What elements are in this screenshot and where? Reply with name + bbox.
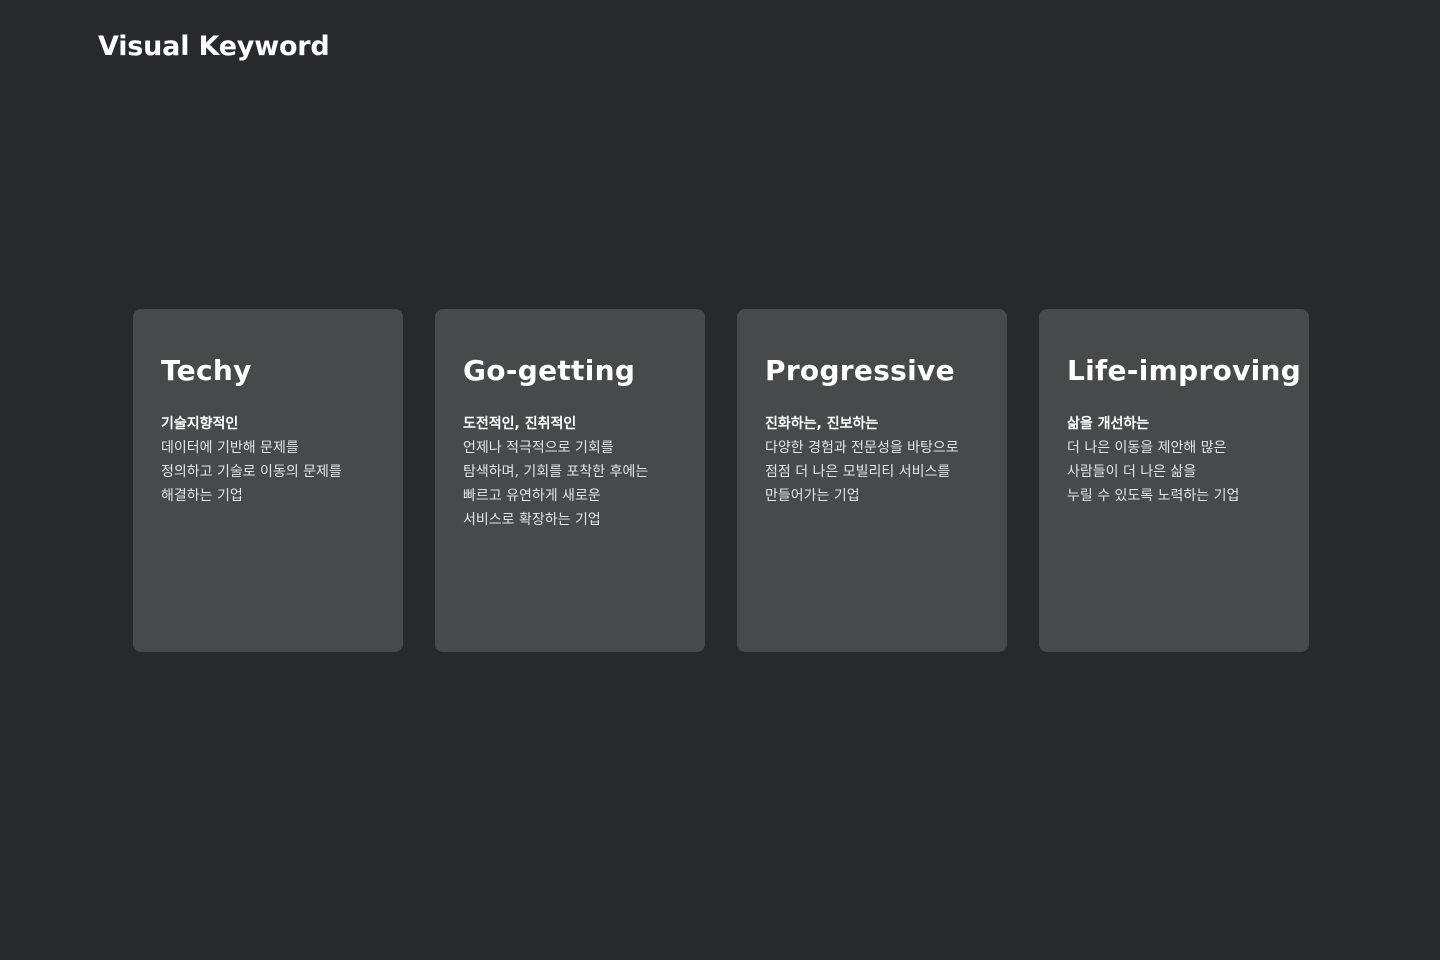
- card-description-line: 빠르고 유연하게 새로운: [463, 488, 601, 504]
- page-title: Visual Keyword: [98, 31, 330, 62]
- card-title: Techy: [161, 354, 252, 387]
- card-description-line: 다양한 경험과 전문성을 바탕으로: [765, 440, 959, 456]
- keyword-card-list: Techy 기술지향적인 데이터에 기반해 문제를 정의하고 기술로 이동의 문…: [133, 309, 1309, 652]
- card-description-line: 더 나은 이동을 제안해 많은: [1067, 440, 1227, 456]
- card-description-line: 만들어가는 기업: [765, 488, 860, 504]
- card-description-line: 사람들이 더 나은 삶을: [1067, 464, 1197, 480]
- card-subtitle: 도전적인, 진취적인: [463, 416, 577, 432]
- keyword-card-life-improving: Life-improving 삶을 개선하는 더 나은 이동을 제안해 많은 사…: [1039, 309, 1309, 652]
- card-description-line: 언제나 적극적으로 기회를: [463, 440, 614, 456]
- card-subtitle: 기술지향적인: [161, 416, 239, 432]
- card-title: Go-getting: [463, 354, 636, 387]
- card-description-line: 해결하는 기업: [161, 488, 243, 504]
- card-description-line: 점점 더 나은 모빌리티 서비스를: [765, 464, 951, 480]
- keyword-card-go-getting: Go-getting 도전적인, 진취적인 언제나 적극적으로 기회를 탐색하며…: [435, 309, 705, 652]
- card-description-line: 탐색하며, 기회를 포착한 후에는: [463, 464, 649, 480]
- card-description-line: 누릴 수 있도록 노력하는 기업: [1067, 488, 1240, 504]
- card-description-line: 서비스로 확장하는 기업: [463, 512, 601, 528]
- card-subtitle: 삶을 개선하는: [1067, 416, 1150, 432]
- keyword-card-progressive: Progressive 진화하는, 진보하는 다양한 경험과 전문성을 바탕으로…: [737, 309, 1007, 652]
- card-title: Progressive: [765, 354, 955, 387]
- card-title: Life-improving: [1067, 354, 1302, 387]
- card-description-line: 정의하고 기술로 이동의 문제를: [161, 464, 342, 480]
- keyword-card-techy: Techy 기술지향적인 데이터에 기반해 문제를 정의하고 기술로 이동의 문…: [133, 309, 403, 652]
- card-description-line: 데이터에 기반해 문제를: [161, 440, 299, 456]
- card-subtitle: 진화하는, 진보하는: [765, 416, 879, 432]
